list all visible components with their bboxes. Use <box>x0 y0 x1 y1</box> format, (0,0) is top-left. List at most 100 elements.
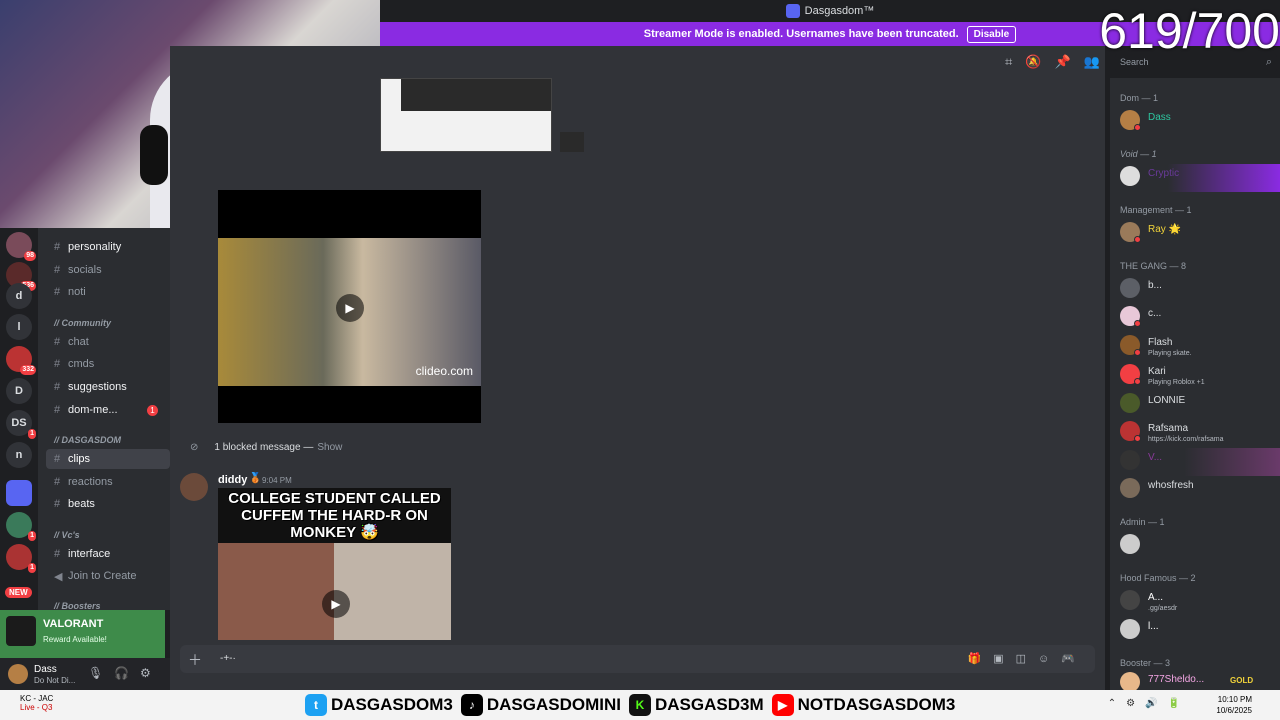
chat-toolbar: ⌗ 🔕 📌 👥 <box>1005 54 1113 70</box>
mic-icon[interactable]: 🎙 <box>88 666 103 680</box>
category-vcs[interactable]: // Vc's <box>54 530 80 540</box>
member-group-title: THE GANG — 8 <box>1120 261 1187 271</box>
avatar <box>1120 619 1140 639</box>
pin-icon[interactable]: 📌 <box>1055 54 1071 69</box>
category-boosters[interactable]: // Boosters <box>54 601 101 610</box>
disable-button[interactable]: Disable <box>966 25 1017 43</box>
reward-promo[interactable]: VALORANT Reward Available! <box>0 610 165 658</box>
video-attachment[interactable]: COLLEGE STUDENT CALLED CUFFEM THE HARD-R… <box>218 488 451 640</box>
member-name: Kari <box>1148 366 1166 377</box>
member-group-title: Dom — 1 <box>1120 93 1159 103</box>
play-icon[interactable]: ▶ <box>322 590 350 618</box>
channel-dom-me[interactable]: # dom-me... 1 <box>46 400 170 420</box>
channel-socials[interactable]: # socials <box>46 260 170 280</box>
guild-tag: GOLD <box>1230 676 1254 685</box>
server-icon[interactable]: D <box>6 378 32 404</box>
member-item[interactable]: b... <box>1120 276 1280 304</box>
blocked-text: 1 blocked message — <box>214 442 314 453</box>
server-label: DS <box>11 417 27 429</box>
avatar[interactable] <box>180 473 208 501</box>
message-author[interactable]: diddy <box>218 474 247 486</box>
user-name: Dass <box>34 664 57 675</box>
twitter-handle: t DASGASDOM3 <box>305 694 453 716</box>
member-name: Cryptic <box>1148 168 1180 179</box>
member-item[interactable]: LONNIE <box>1120 391 1280 419</box>
member-item[interactable]: Cryptic <box>1120 164 1280 192</box>
server-badge: 98 <box>24 251 36 261</box>
server-icon[interactable]: 98 <box>6 232 36 261</box>
channel-name: suggestions <box>68 381 127 393</box>
channel-cmds[interactable]: # cmds <box>46 354 170 374</box>
server-icon[interactable]: l <box>6 314 32 340</box>
image-attachment[interactable] <box>380 78 552 152</box>
valorant-icon <box>6 616 36 646</box>
member-list: Dom — 1 Dass Void — 1 Cryptic Management… <box>1110 78 1280 692</box>
server-icon[interactable]: 332 <box>6 346 36 375</box>
channel-name: cmds <box>68 358 95 370</box>
channel-noti[interactable]: # noti <box>46 282 170 302</box>
user-status: Do Not Di... <box>34 676 76 685</box>
server-badge: 1 <box>28 563 36 573</box>
members-icon[interactable]: 👥 <box>1084 54 1100 69</box>
video-attachment[interactable]: ▶ clideo.com <box>218 190 481 423</box>
message-composer[interactable]: ＋ -+-· 🎁▣◫☺🎮 <box>180 645 1095 673</box>
composer-icons[interactable]: 🎁▣◫☺🎮 <box>968 652 1087 665</box>
show-link[interactable]: Show <box>317 442 342 453</box>
search-input[interactable]: Search ⌕ <box>1115 54 1277 72</box>
status-dot <box>1134 435 1141 442</box>
member-name: whosfresh <box>1148 480 1194 491</box>
voice-join-to-create[interactable]: ◀ Join to Create <box>46 566 170 586</box>
headphones-icon[interactable]: 🎧 <box>114 666 129 680</box>
member-item[interactable] <box>1120 532 1280 560</box>
role-icon: 🥉 <box>249 473 262 484</box>
member-group-title: Booster — 3 <box>1120 658 1171 668</box>
gear-icon[interactable]: ⚙ <box>140 666 151 680</box>
server-icon[interactable]: n <box>6 442 32 468</box>
member-item[interactable]: Rafsama https://kick.com/rafsama <box>1120 419 1280 447</box>
member-name: Ray 🌟 <box>1148 224 1182 235</box>
member-name: Rafsama <box>1148 423 1189 434</box>
server-icon[interactable]: d <box>6 283 32 309</box>
channel-personality[interactable]: # personality <box>46 237 170 257</box>
channel-clips[interactable]: # clips <box>46 449 170 469</box>
category-dasgasdom[interactable]: // DASGASDOM <box>54 435 121 445</box>
weather-widget[interactable]: KC - JAC Live - Q3 <box>20 694 53 712</box>
mute-icon[interactable]: 🔕 <box>1025 54 1041 69</box>
channel-reactions[interactable]: # reactions <box>46 472 170 492</box>
server-icon[interactable]: 1 <box>6 544 36 573</box>
member-item[interactable]: A... .gg/aesdr <box>1120 588 1280 616</box>
channel-suggestions[interactable]: # suggestions <box>46 377 170 397</box>
tiktok-handle: ♪ DASGASDOMINI <box>460 694 621 716</box>
play-icon[interactable]: ▶ <box>336 294 364 322</box>
channel-interface[interactable]: # interface <box>46 544 170 564</box>
member-name: A... <box>1148 592 1164 603</box>
video-frame <box>218 543 334 640</box>
member-item[interactable]: Kari Playing Roblox +1 <box>1120 362 1280 390</box>
member-item[interactable]: l... <box>1120 617 1280 645</box>
member-item[interactable]: Ray 🌟 <box>1120 220 1280 248</box>
avatar <box>1120 166 1140 186</box>
add-attachment-icon[interactable]: ＋ <box>188 650 202 670</box>
channel-chat[interactable]: # chat <box>46 332 170 352</box>
folder-icon[interactable] <box>6 480 32 506</box>
member-item[interactable]: V... <box>1120 448 1280 476</box>
social-handle-text: NOTDASGASDOM3 <box>797 695 956 714</box>
weather-sub: Live - Q3 <box>20 703 53 712</box>
image-content <box>401 79 551 111</box>
server-icon[interactable]: 1 <box>6 512 36 541</box>
server-icon[interactable]: DS 1 <box>6 410 36 439</box>
member-group-title: Hood Famous — 2 <box>1120 573 1196 583</box>
server-label: d <box>15 290 23 302</box>
clock[interactable]: 10:10 PM 10/6/2025 <box>1216 694 1252 716</box>
member-item[interactable]: c... <box>1120 304 1280 332</box>
member-item[interactable]: Dass <box>1120 108 1280 136</box>
system-tray[interactable]: ⌃⚙🔊🔋 <box>1108 698 1190 709</box>
avatar[interactable] <box>8 664 28 684</box>
member-item[interactable]: Flash Playing skate. <box>1120 333 1280 361</box>
threads-icon[interactable]: ⌗ <box>1005 54 1012 69</box>
channel-beats[interactable]: # beats <box>46 494 170 514</box>
weather-title: KC - JAC <box>20 694 54 703</box>
category-community[interactable]: // Community <box>54 318 111 328</box>
image-attachment[interactable] <box>560 132 584 152</box>
member-item[interactable]: whosfresh <box>1120 476 1280 504</box>
